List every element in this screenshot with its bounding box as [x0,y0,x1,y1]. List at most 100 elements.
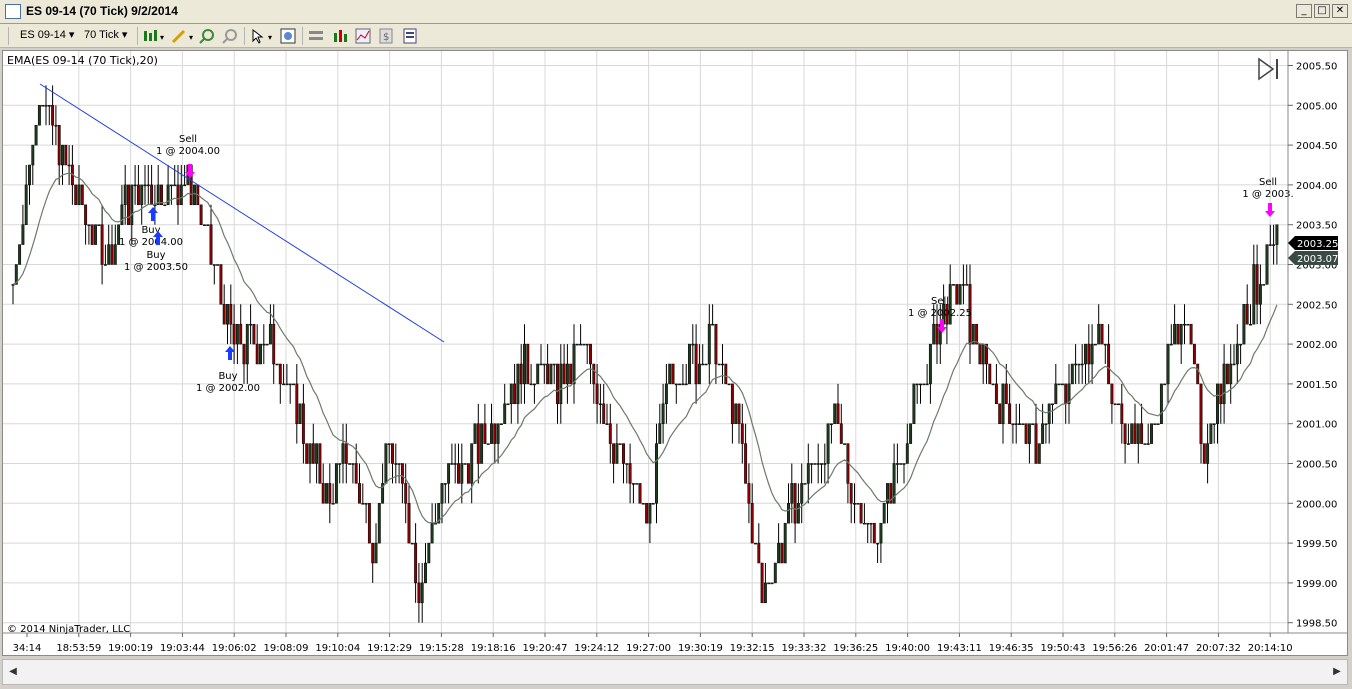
strategies-icon[interactable] [355,28,371,44]
draw-tool-icon[interactable]: ▾ [171,28,195,44]
time-tick-label: 19:20:47 [523,643,568,654]
scroll-left-icon[interactable]: ◀ [5,663,21,681]
bar-up [334,463,338,504]
bar-up [516,363,520,405]
trend-line[interactable] [39,83,445,343]
sell-marker: Sell1 @ 2004.00 [156,134,220,178]
close-icon[interactable]: ✕ [1332,4,1348,18]
time-tick-label: 19:40:00 [885,643,930,654]
zoom-out-icon[interactable] [222,28,238,44]
bar-style-icon[interactable]: ▾ [142,28,166,44]
bar-up [790,483,794,504]
data-box-icon[interactable] [280,28,296,44]
minimize-icon[interactable]: _ [1296,4,1312,18]
bar-up [813,463,817,465]
orders-icon[interactable]: $ [378,28,394,44]
time-tick-label: 19:46:35 [989,643,1034,654]
bar-up [31,144,35,166]
bar-up [717,363,721,366]
scroll-right-icon[interactable]: ▶ [1329,663,1345,681]
bar-up [480,423,484,464]
bar-down [513,383,517,405]
bar-up [146,184,150,187]
bar-up [1169,343,1173,346]
bar-down [793,483,797,524]
horizontal-scrollbar[interactable]: ◀ ▶ [2,659,1348,685]
time-tick-label: 18:53:59 [56,643,101,654]
price-tick-label: 2001.50 [1296,380,1337,391]
bar-down [628,463,632,484]
bar-down [417,582,421,604]
period-selector[interactable]: 70 Tick ▾ [84,28,127,41]
time-tick-label: 19:27:00 [626,643,671,654]
bar-up [424,562,427,584]
bar-up [734,403,738,424]
time-tick-label: 19:06:02 [212,643,257,654]
arrow-up-icon [225,346,235,360]
properties-icon[interactable] [402,28,418,44]
bar-up [829,423,833,425]
bar-up [268,323,272,345]
bar-up [397,463,401,465]
bar-up [410,542,414,545]
bar-up [853,503,856,505]
bar-up [925,383,929,386]
bar-up [377,503,381,544]
bar-down [404,483,408,504]
time-tick-label: 19:32:15 [730,643,775,654]
bar-up [965,284,969,286]
bar-up [133,184,137,187]
bar-up [919,383,922,386]
indicators-icon[interactable] [332,28,348,44]
bar-down [1123,423,1127,444]
bar-down [150,184,154,206]
bar-down [252,323,256,345]
bar-up [1272,244,1276,246]
bar-up [1216,383,1219,424]
price-chart[interactable]: Sell1 @ 2004.00Buy1 @ 2004.00Buy1 @ 2003… [3,51,1347,655]
price-tick-label: 1999.50 [1296,539,1337,550]
marker-fill: 1 @ 2004.00 [156,146,220,157]
bar-up [496,423,500,444]
arrow-up-icon [148,207,158,221]
bar-up [783,522,787,564]
bar-up [1113,403,1117,406]
bar-up [430,522,434,544]
bars-back-icon[interactable] [308,28,324,44]
bar-up [1001,383,1005,424]
bar-up [235,323,239,345]
price-tick-label: 2001.00 [1296,420,1337,431]
bar-up [447,463,451,484]
ema-value-label: 2003.07 [1288,251,1338,265]
time-tick-label: 19:33:32 [782,643,827,654]
bar-up [87,224,91,226]
go-to-end-icon[interactable] [1258,57,1278,81]
instrument-selector[interactable]: ES 09-14 ▾ [20,28,74,41]
bar-up [981,343,985,365]
zoom-in-icon[interactable] [199,28,215,44]
bar-up [928,343,932,385]
bar-down [354,463,358,484]
bar-up [727,383,731,386]
marker-fill: 1 @ 2003. [1242,189,1293,200]
bar-up [773,562,777,584]
bar-up [721,363,724,366]
maximize-icon[interactable]: □ [1314,4,1330,18]
bar-down [301,403,305,444]
bar-up [341,443,345,464]
bar-up [899,463,903,465]
pointer-icon[interactable]: ▾ [250,28,274,44]
bar-down [239,323,243,345]
bar-down [1140,423,1144,444]
bar-down [1107,343,1111,385]
bar-up [806,463,810,484]
time-tick-label: 19:08:09 [264,643,309,654]
bar-down [176,184,180,206]
bar-down [740,423,744,444]
bar-down [592,363,596,385]
chart-panel[interactable]: Sell 1 @ 2004.00 Buy 1 @ 2004.00 Buy 1 @ 2003… [2,50,1348,656]
bar-up [113,244,117,265]
bar-up [37,105,41,126]
price-tick-label: 2003.50 [1296,221,1337,232]
bar-down [1189,323,1193,345]
